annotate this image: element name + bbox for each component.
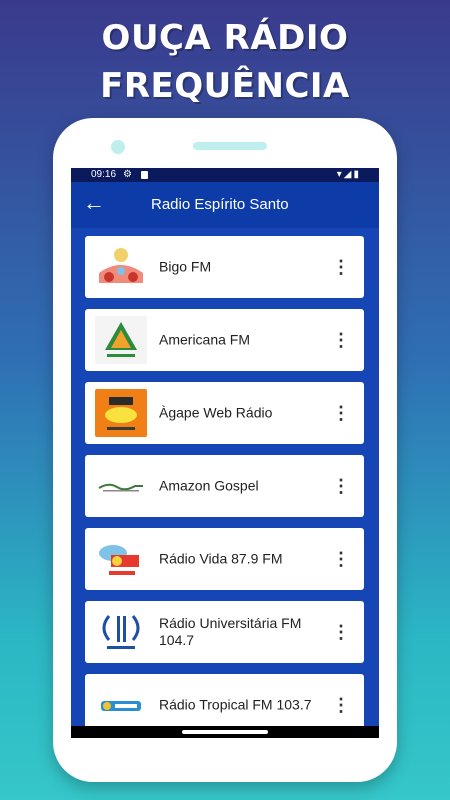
headline-line-1: OUÇA RÁDIO FREQUÊNCIA [100, 18, 350, 106]
more-vert-icon[interactable]: ⋮ [332, 331, 350, 349]
more-vert-icon[interactable]: ⋮ [332, 477, 350, 495]
radio-vida-logo [95, 535, 147, 583]
station-name: Àgape Web Rádio [159, 404, 273, 421]
station-name: Americana FM [159, 331, 251, 348]
station-card[interactable]: Rádio Universitária FM 104.7 ⋮ [85, 601, 364, 663]
camera-icon [111, 140, 125, 154]
battery-icon: ▮ [353, 169, 361, 180]
station-name: Rádio Vida 87.9 FM [159, 550, 283, 567]
wifi-icon: ▾ [336, 169, 344, 180]
station-name: Rádio Universitária FM 104.7 [159, 615, 302, 648]
more-vert-icon[interactable]: ⋮ [332, 550, 350, 568]
home-indicator[interactable] [182, 730, 268, 734]
phone-screen: 09:16 ⚙ ▾◢▮ ← Radio Espírito Santo Bigo … [71, 168, 379, 738]
gear-icon: ⚙ [123, 169, 132, 180]
station-name: Amazon Gospel [159, 477, 259, 494]
phone-frame: 09:16 ⚙ ▾◢▮ ← Radio Espírito Santo Bigo … [53, 118, 397, 782]
americana-fm-logo [95, 316, 147, 364]
station-name: Rádio Tropical FM 103.7 [159, 696, 312, 713]
app-bar: ← Radio Espírito Santo [71, 182, 379, 228]
station-card[interactable]: Àgape Web Rádio ⋮ [85, 382, 364, 444]
app-title: Radio Espírito Santo [151, 196, 289, 213]
station-card[interactable]: Rádio Vida 87.9 FM ⋮ [85, 528, 364, 590]
more-vert-icon[interactable]: ⋮ [332, 258, 350, 276]
status-right-icons: ▾◢▮ [337, 168, 361, 182]
system-nav-bar [71, 726, 379, 738]
back-arrow-icon[interactable]: ← [83, 191, 105, 215]
speaker-grille [193, 142, 267, 150]
station-card[interactable]: Bigo FM ⋮ [85, 236, 364, 298]
more-vert-icon[interactable]: ⋮ [332, 404, 350, 422]
more-vert-icon[interactable]: ⋮ [332, 696, 350, 714]
bigo-fm-logo [95, 243, 147, 291]
station-card[interactable]: Amazon Gospel ⋮ [85, 455, 364, 517]
status-time: 09:16 [91, 169, 117, 180]
station-card[interactable]: Americana FM ⋮ [85, 309, 364, 371]
more-vert-icon[interactable]: ⋮ [332, 623, 350, 641]
status-bar: 09:16 ⚙ ▾◢▮ [71, 168, 379, 182]
amazon-gospel-logo [95, 462, 147, 510]
radio-universitaria-logo [95, 608, 147, 656]
sim-icon [141, 171, 148, 179]
agape-web-radio-logo [95, 389, 147, 437]
station-name: Bigo FM [159, 258, 212, 275]
radio-tropical-logo [95, 681, 147, 729]
station-list[interactable]: Bigo FM ⋮ Americana FM ⋮ Àgape Web Rádio… [71, 228, 379, 736]
